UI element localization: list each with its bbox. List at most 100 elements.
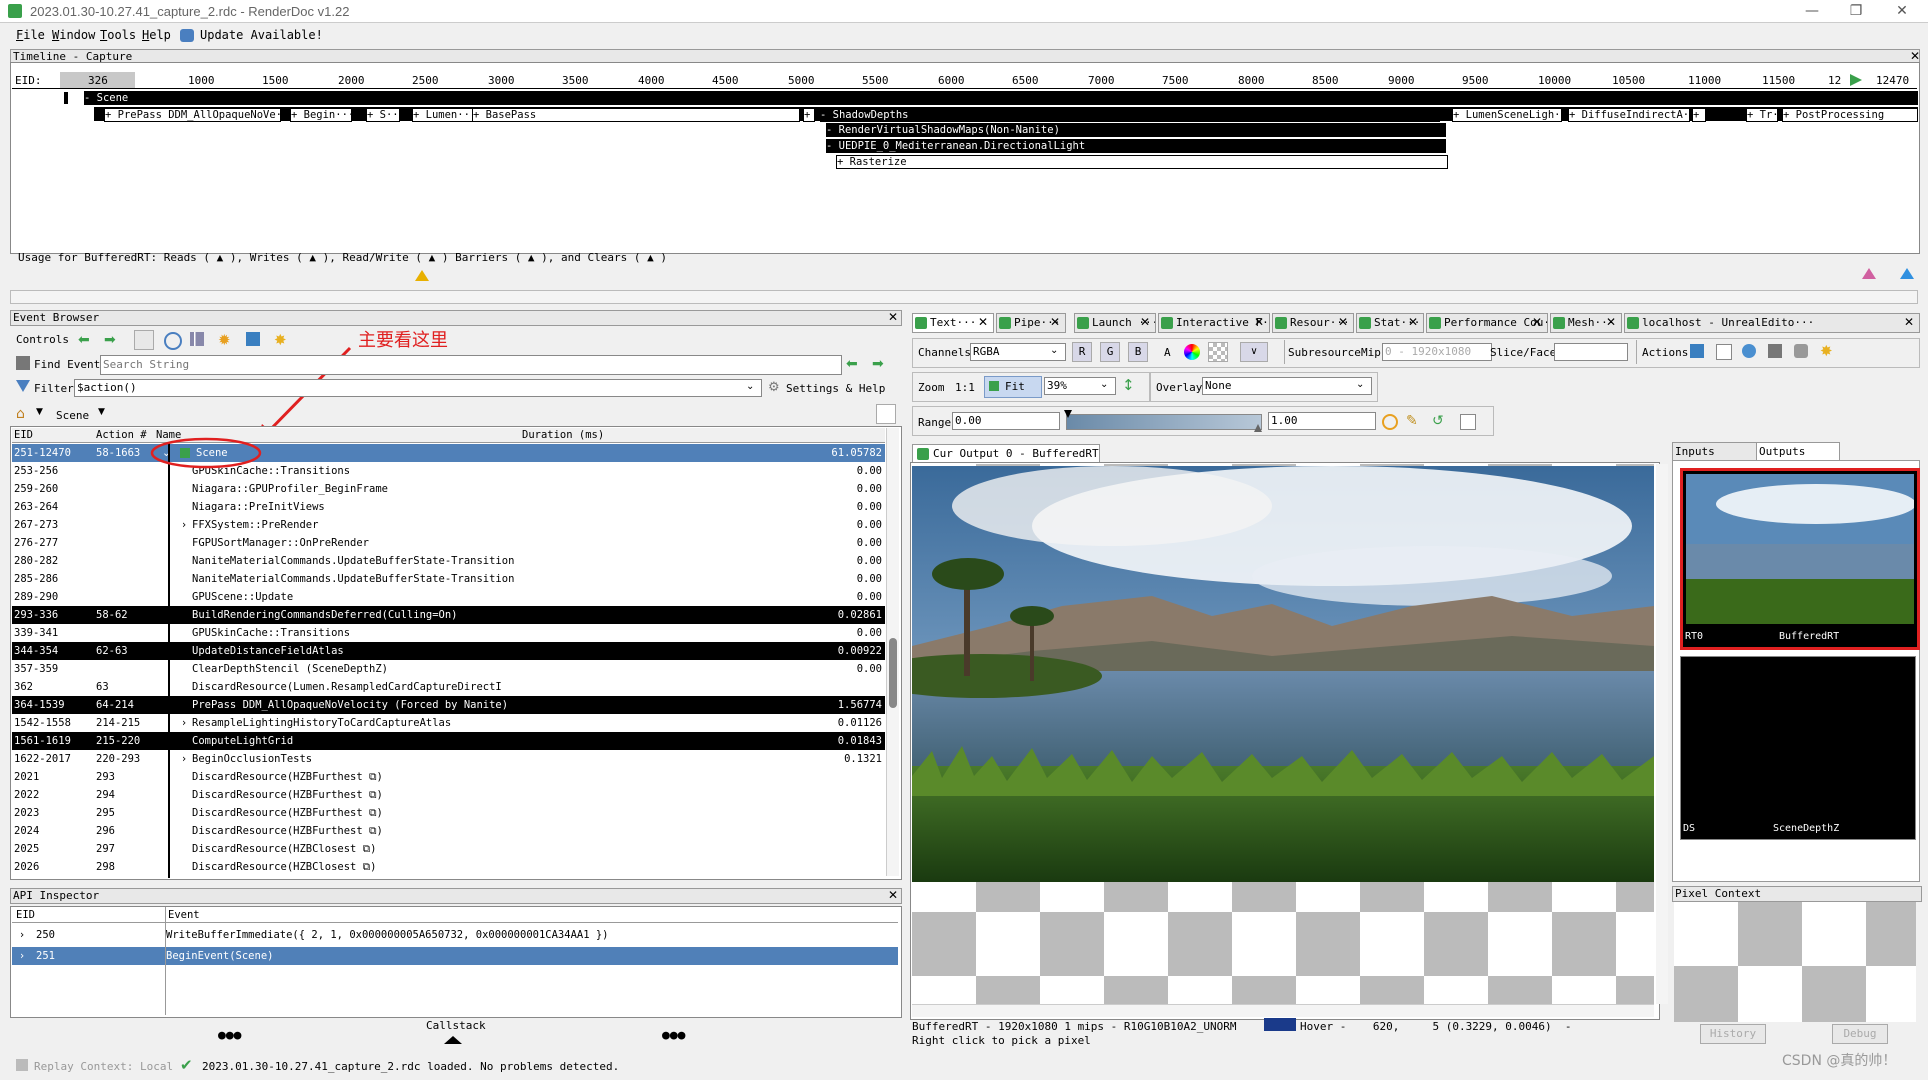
col-eid[interactable]: EID <box>14 428 33 442</box>
menu-window[interactable]: Window <box>52 28 95 42</box>
table-row[interactable]: 276-277 FGPUSortManager::OnPreRender 0.00 <box>12 534 885 552</box>
output-tab[interactable]: Cur Output 0 - BufferedRT <box>912 444 1100 463</box>
close-icon[interactable]: ✕ <box>888 311 898 323</box>
range-slider[interactable] <box>1066 414 1262 430</box>
replay-context[interactable]: Replay Context: Local <box>34 1060 173 1073</box>
thumbnail-bufferedrt[interactable]: RT0 BufferedRT <box>1680 468 1920 650</box>
table-row[interactable]: 2026 298 DiscardResource(HZBClosest ⧉) <box>12 858 885 876</box>
table-row[interactable]: 251-12470 58-1663 ⌄ Scene 61.05782 <box>12 444 885 462</box>
inputs-tab[interactable]: Inputs <box>1672 442 1758 462</box>
back-arrow-icon[interactable]: ⬅ <box>78 332 90 348</box>
timeline-lumenscenelight[interactable]: + LumenSceneLigh··· <box>1452 108 1562 122</box>
gear-icon[interactable]: ⚙ <box>768 380 780 395</box>
close-icon[interactable]: ✕ <box>1532 316 1542 328</box>
copy-icon[interactable] <box>1716 344 1732 360</box>
filter-input[interactable]: $action() <box>74 379 762 397</box>
chevron-down-icon[interactable]: ▼ <box>36 407 43 417</box>
table-row[interactable]: 362 63 DiscardResource(Lumen.ResampledCard… <box>12 678 885 696</box>
history-button[interactable]: History <box>1700 1024 1766 1044</box>
timeline-vsm[interactable]: - RenderVirtualShadowMaps(Non-Nanite) <box>826 123 1446 137</box>
timeline-shadowdepths[interactable]: - ShadowDepths <box>820 108 1440 122</box>
binoculars-icon[interactable] <box>1768 344 1782 358</box>
table-row[interactable]: 339-341 GPUSkinCache::Transitions 0.00 <box>12 624 885 642</box>
color-wheel-icon[interactable] <box>1184 344 1200 360</box>
range-handle-max[interactable] <box>1254 424 1262 432</box>
api-row-selected[interactable]: › 251 BeginEvent(Scene) <box>12 947 898 965</box>
range-max-input[interactable]: 1.00 <box>1268 412 1376 430</box>
open-texture-icon[interactable] <box>1742 344 1756 358</box>
timeline-scene-bar[interactable]: - Scene <box>84 91 1918 105</box>
find-next-icon[interactable]: ➡ <box>872 356 884 372</box>
tab-8[interactable]: localhost - UnrealEdito··· <box>1624 313 1920 333</box>
timeline-diffuseindirect[interactable]: + DiffuseIndirectA··· <box>1568 108 1690 122</box>
columns-icon[interactable] <box>190 332 204 346</box>
table-row[interactable]: 2024 296 DiscardResource(HZBFurthest ⧉) <box>12 822 885 840</box>
table-row[interactable]: 263-264 Niagara::PreInitViews 0.00 <box>12 498 885 516</box>
event-table-scrollbar[interactable] <box>886 428 899 876</box>
auto-fit-icon[interactable]: ✎ <box>1406 413 1418 429</box>
home-icon[interactable]: ⌂ <box>16 406 25 422</box>
timeline-tr[interactable]: + Tr··· <box>1746 108 1778 122</box>
table-row[interactable]: 2023 295 DiscardResource(HZBFurthest ⧉) <box>12 804 885 822</box>
api-row[interactable]: › 250 WriteBufferImmediate({ 2, 1, 0x000… <box>12 926 898 944</box>
expand-icon[interactable]: › <box>182 750 186 768</box>
timeline-plus2[interactable]: + <box>1692 108 1706 122</box>
alpha-channel-button[interactable]: A <box>1164 346 1171 359</box>
dots-left[interactable]: ●●● <box>218 1028 241 1043</box>
close-icon[interactable]: ✕ <box>978 316 988 328</box>
binoculars-icon[interactable] <box>134 330 154 350</box>
close-icon[interactable]: ✕ <box>1910 50 1920 62</box>
overlay-select[interactable]: None <box>1202 377 1372 395</box>
table-row[interactable]: 1561-1619 215-220 ComputeLightGrid 0.01843 <box>12 732 885 750</box>
close-icon[interactable]: ✕ <box>888 889 898 901</box>
chevron-down-icon[interactable]: ▼ <box>98 407 105 417</box>
close-window-button[interactable]: ✕ <box>1888 2 1916 20</box>
settings-gear-icon[interactable]: ✹ <box>218 331 231 349</box>
close-icon[interactable]: ✕ <box>1140 316 1150 328</box>
table-row[interactable]: 1542-1558 214-215 › ResampleLightingHistory… <box>12 714 885 732</box>
timeline-rasterize[interactable]: + Rasterize <box>836 155 1448 169</box>
star-icon[interactable]: ✸ <box>1820 342 1833 360</box>
timeline-directional-light[interactable]: - UEDPIE_0_Mediterranean.DirectionalLigh… <box>826 139 1446 153</box>
blue-channel-button[interactable]: B <box>1128 342 1148 362</box>
timeline-s[interactable]: + S··· <box>366 108 400 122</box>
chevron-down-icon[interactable]: ⌄ <box>1100 379 1108 390</box>
range-min-input[interactable]: 0.00 <box>952 412 1060 430</box>
update-available-link[interactable]: Update Available! <box>200 28 323 42</box>
menu-help[interactable]: Help <box>142 28 171 42</box>
texture-hscrollbar[interactable] <box>912 1004 1654 1017</box>
table-row[interactable]: 267-273 › FFXSystem::PreRender 0.00 <box>12 516 885 534</box>
chevron-down-icon[interactable]: ⌄ <box>746 381 754 392</box>
table-row[interactable]: 289-290 GPUScene::Update 0.00 <box>12 588 885 606</box>
api-col-event[interactable]: Event <box>168 908 200 922</box>
timeline-plus[interactable]: + <box>803 108 815 122</box>
close-icon[interactable]: ✕ <box>1904 316 1914 328</box>
fit-button[interactable]: Fit <box>984 376 1042 398</box>
search-input[interactable] <box>100 355 842 375</box>
timeline-basepass[interactable]: + BasePass <box>472 108 800 122</box>
maximize-button[interactable]: ❐ <box>1842 2 1870 20</box>
slice-select[interactable] <box>1554 343 1628 361</box>
close-icon[interactable]: ✕ <box>1338 316 1348 328</box>
table-row[interactable]: 1622-2017 220-293 › BeginOcclusionTests 0.13… <box>12 750 885 768</box>
texture-vscrollbar[interactable] <box>1656 464 1668 1004</box>
table-row[interactable]: 285-286 NaniteMaterialCommands.UpdateBuff… <box>12 570 885 588</box>
mip-select[interactable]: 0 - 1920x1080 <box>1382 343 1492 361</box>
close-icon[interactable]: ✕ <box>1254 316 1264 328</box>
find-prev-icon[interactable]: ⬅ <box>846 356 858 372</box>
pixel-context-view[interactable] <box>1674 902 1916 1022</box>
histogram-icon[interactable] <box>1460 414 1476 430</box>
link-icon[interactable] <box>1794 344 1808 358</box>
save-texture-icon[interactable] <box>1690 344 1704 358</box>
breadcrumb-scene[interactable]: Scene <box>56 409 89 422</box>
outputs-tab[interactable]: Outputs <box>1756 442 1840 461</box>
menu-tools[interactable]: Tools <box>100 28 136 42</box>
table-row[interactable]: 293-336 58-62 BuildRenderingCommandsDeferr… <box>12 606 885 624</box>
scrollbar-thumb[interactable] <box>889 638 897 708</box>
zoom-1to1-button[interactable]: 1:1 <box>955 381 975 394</box>
checkerboard-icon[interactable] <box>1208 342 1228 362</box>
close-icon[interactable]: ✕ <box>1408 316 1418 328</box>
table-row[interactable]: 259-260 Niagara::GPUProfiler_BeginFrame 0.… <box>12 480 885 498</box>
chevron-down-icon[interactable]: ⌄ <box>1050 345 1058 356</box>
table-row[interactable]: 2022 294 DiscardResource(HZBFurthest ⧉) <box>12 786 885 804</box>
